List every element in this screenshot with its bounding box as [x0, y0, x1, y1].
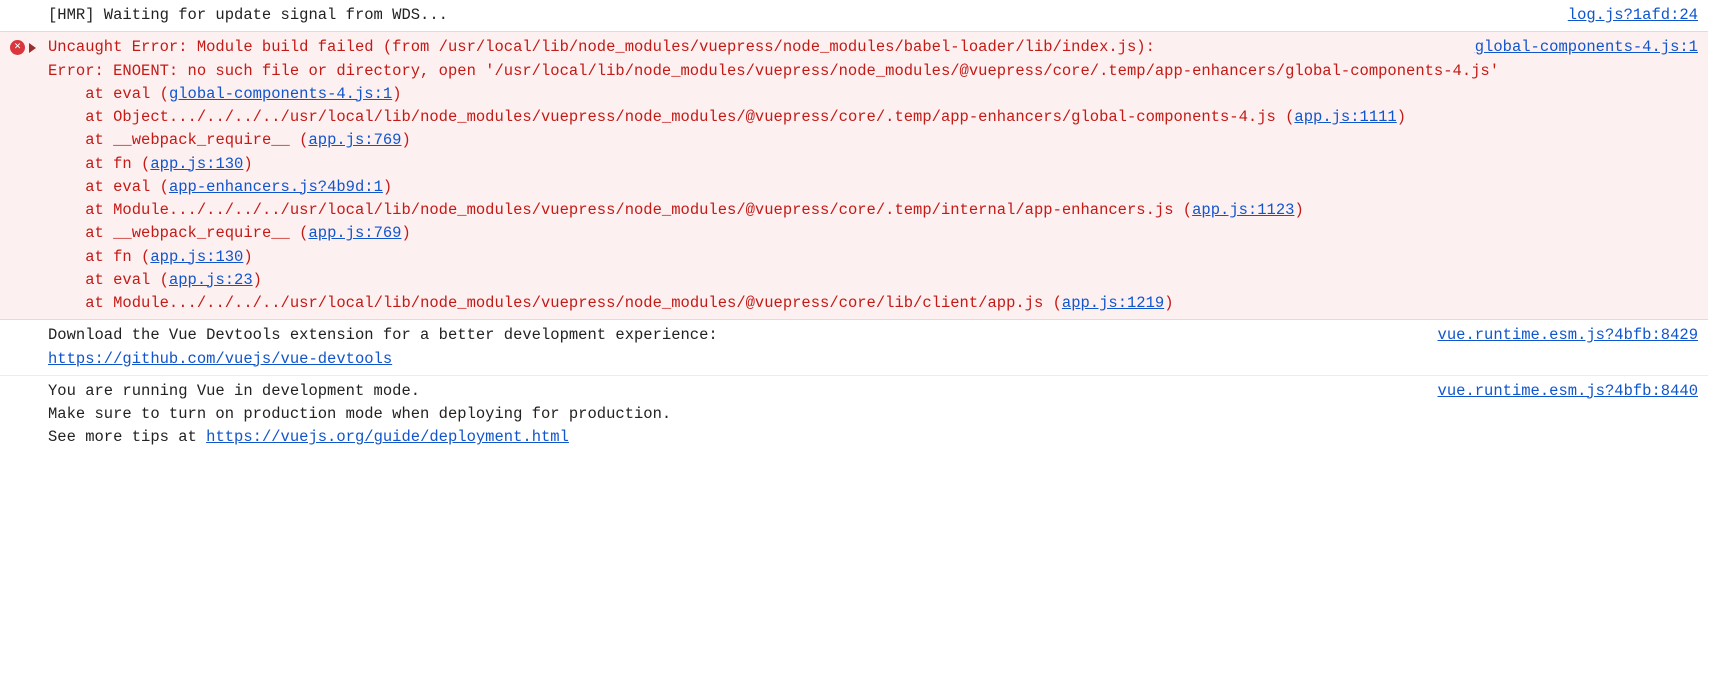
disclosure-triangle-icon[interactable] — [29, 43, 36, 53]
console-error-row: ✕ global-components-4.js:1 Uncaught Erro… — [0, 31, 1708, 320]
stack-frame-link[interactable]: app.js:130 — [150, 248, 243, 266]
stack-frame: at eval (app.js:23) — [48, 269, 1698, 292]
stack-frame: at eval (app-enhancers.js?4b9d:1) — [48, 176, 1698, 199]
stack-frame-link[interactable]: app.js:1111 — [1294, 108, 1396, 126]
stack-frame: at Module.../../../../usr/local/lib/node… — [48, 199, 1698, 222]
stack-frame-link[interactable]: app.js:1123 — [1192, 201, 1294, 219]
error-icon: ✕ — [10, 40, 25, 55]
source-link[interactable]: vue.runtime.esm.js?4bfb:8429 — [1438, 326, 1698, 344]
stack-frame: at __webpack_require__ (app.js:769) — [48, 129, 1698, 152]
log-message: [HMR] Waiting for update signal from WDS… — [48, 6, 448, 24]
stack-frame-link[interactable]: app.js:1219 — [1062, 294, 1164, 312]
stack-trace: at eval (global-components-4.js:1) at Ob… — [48, 83, 1698, 316]
stack-frame-link[interactable]: app.js:130 — [150, 155, 243, 173]
external-link[interactable]: https://vuejs.org/guide/deployment.html — [206, 428, 569, 446]
stack-frame: at fn (app.js:130) — [48, 246, 1698, 269]
source-link[interactable]: vue.runtime.esm.js?4bfb:8440 — [1438, 382, 1698, 400]
stack-frame: at Object.../../../../usr/local/lib/node… — [48, 106, 1698, 129]
log-message: You are running Vue in development mode. — [48, 382, 420, 400]
console-log-row: log.js?1afd:24 [HMR] Waiting for update … — [0, 0, 1708, 31]
stack-frame-link[interactable]: app.js:769 — [308, 131, 401, 149]
stack-frame-link[interactable]: app.js:769 — [308, 224, 401, 242]
stack-frame: at Module.../../../../usr/local/lib/node… — [48, 292, 1698, 315]
external-link[interactable]: https://github.com/vuejs/vue-devtools — [48, 350, 392, 368]
console-log-row: vue.runtime.esm.js?4bfb:8429 Download th… — [0, 320, 1708, 375]
stack-frame: at __webpack_require__ (app.js:769) — [48, 222, 1698, 245]
log-message: Download the Vue Devtools extension for … — [48, 326, 718, 344]
source-link[interactable]: log.js?1afd:24 — [1568, 6, 1698, 24]
error-message-detail: Error: ENOENT: no such file or directory… — [48, 62, 1499, 80]
log-message: See more tips at — [48, 428, 206, 446]
devtools-console: log.js?1afd:24 [HMR] Waiting for update … — [0, 0, 1730, 454]
console-log-row: vue.runtime.esm.js?4bfb:8440 You are run… — [0, 375, 1708, 454]
stack-frame: at eval (global-components-4.js:1) — [48, 83, 1698, 106]
stack-frame-link[interactable]: app.js:23 — [169, 271, 253, 289]
stack-frame-link[interactable]: app-enhancers.js?4b9d:1 — [169, 178, 383, 196]
source-link[interactable]: global-components-4.js:1 — [1475, 38, 1698, 56]
log-message: Make sure to turn on production mode whe… — [48, 405, 671, 423]
stack-frame-link[interactable]: global-components-4.js:1 — [169, 85, 392, 103]
error-message-head: Uncaught Error: Module build failed (fro… — [48, 38, 1155, 56]
stack-frame: at fn (app.js:130) — [48, 153, 1698, 176]
